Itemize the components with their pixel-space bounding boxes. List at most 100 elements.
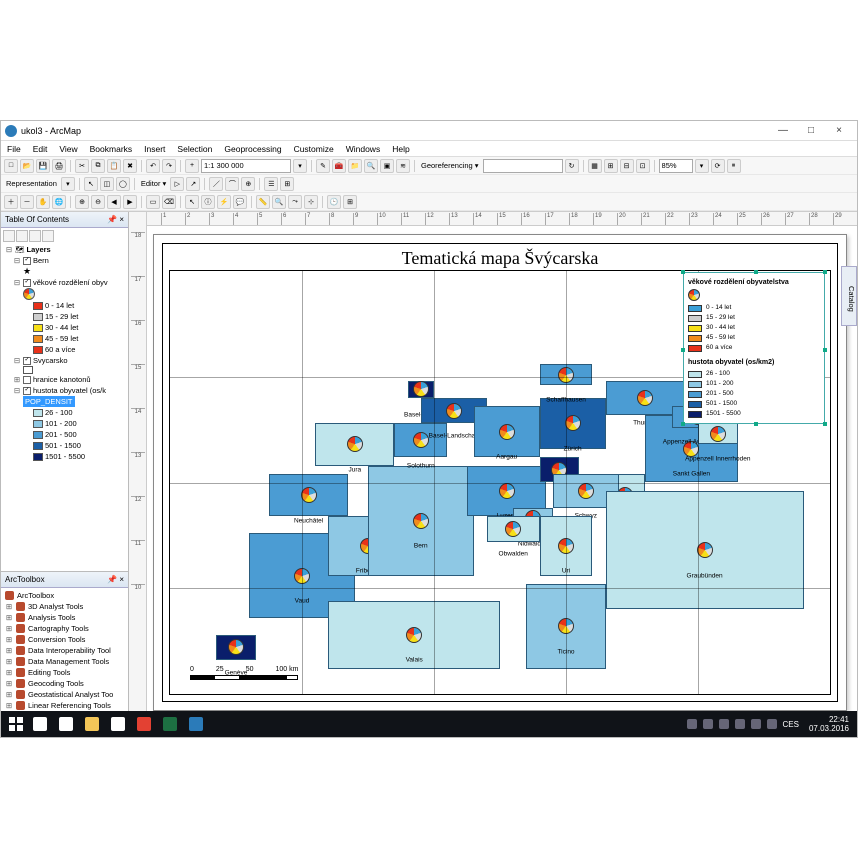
volume-icon[interactable]	[767, 719, 777, 729]
toolbox-item[interactable]: ⊞3D Analyst Tools	[3, 601, 126, 612]
toolbox-item[interactable]: ⊞Geostatistical Analyst Too	[3, 689, 126, 700]
edit-tool-icon[interactable]: ▷	[170, 177, 184, 191]
create-viewer-icon[interactable]: ⊞	[343, 195, 357, 209]
menu-geoprocessing[interactable]: Geoprocessing	[222, 143, 283, 155]
select-features-icon[interactable]: ▭	[146, 195, 160, 209]
zoom-in-icon[interactable]: ＋	[4, 195, 18, 209]
cut-icon[interactable]: ✂	[75, 159, 89, 173]
toolbox-item[interactable]: ⊞Data Interoperability Tool	[3, 645, 126, 656]
modelbuilder-icon[interactable]: ≋	[396, 159, 410, 173]
next-extent-icon[interactable]: ▶	[123, 195, 137, 209]
edit-arc-icon[interactable]: ⌒	[225, 177, 239, 191]
map-canvas[interactable]: Tematická mapa Švýcarska GenèveVaudValai…	[147, 226, 857, 721]
pointer-icon[interactable]: ↖	[185, 195, 199, 209]
paste-icon[interactable]: 📋	[107, 159, 121, 173]
lasso-icon[interactable]: ◯	[116, 177, 130, 191]
pause-draw-icon[interactable]: ⏸	[727, 159, 741, 173]
menu-windows[interactable]: Windows	[344, 143, 382, 155]
time-slider-icon[interactable]: 🕒	[327, 195, 341, 209]
snap-icon[interactable]: ⊞	[604, 159, 618, 173]
select-tool-icon[interactable]: ↖	[84, 177, 98, 191]
clear-selection-icon[interactable]: ⌫	[162, 195, 176, 209]
zoom-out-icon[interactable]: －	[20, 195, 34, 209]
menu-view[interactable]: View	[57, 143, 79, 155]
maximize-button[interactable]: □	[797, 122, 825, 140]
delete-icon[interactable]: ✖	[123, 159, 137, 173]
direct-select-icon[interactable]: ◫	[100, 177, 114, 191]
refresh-icon[interactable]: ⟳	[711, 159, 725, 173]
print-icon[interactable]: 🖨	[52, 159, 66, 173]
layer-svycarsko[interactable]: ⊟✓ Svycarsko	[3, 355, 126, 366]
guides-icon[interactable]: ⊟	[620, 159, 634, 173]
tray-icon[interactable]	[703, 719, 713, 729]
hyperlink-icon[interactable]: ⚡	[217, 195, 231, 209]
taskbar-app-store[interactable]	[106, 714, 130, 734]
menu-help[interactable]: Help	[390, 143, 411, 155]
undo-icon[interactable]: ↶	[146, 159, 160, 173]
network-icon[interactable]	[751, 719, 761, 729]
find-icon[interactable]: 🔍	[272, 195, 286, 209]
zoom-dropdown-icon[interactable]: ▾	[695, 159, 709, 173]
add-data-icon[interactable]: +	[185, 159, 199, 173]
lang-indicator[interactable]: CES	[783, 720, 799, 729]
new-doc-icon[interactable]: □	[4, 159, 18, 173]
toc-list-by-visibility-icon[interactable]	[29, 230, 41, 242]
toolbox-item[interactable]: ⊞Conversion Tools	[3, 634, 126, 645]
layer-bern[interactable]: ⊟✓ Bern	[3, 255, 126, 266]
start-button[interactable]	[5, 714, 27, 734]
menu-bookmarks[interactable]: Bookmarks	[88, 143, 135, 155]
edit-trace-icon[interactable]: ⊕	[241, 177, 255, 191]
menu-edit[interactable]: Edit	[31, 143, 50, 155]
taskbar-app-arcmap[interactable]	[184, 714, 208, 734]
attributes-icon[interactable]: ☰	[264, 177, 278, 191]
zoom-input[interactable]	[659, 159, 693, 173]
taskbar-clock[interactable]: 22:41 07.03.2016	[805, 715, 853, 733]
georef-rotate-icon[interactable]: ↻	[565, 159, 579, 173]
toc-pin-icon[interactable]: 📌 ×	[107, 215, 124, 224]
measure-icon[interactable]: 📏	[256, 195, 270, 209]
menu-insert[interactable]: Insert	[142, 143, 167, 155]
catalog-icon[interactable]: 📁	[348, 159, 362, 173]
copy-icon[interactable]: ⧉	[91, 159, 105, 173]
edit-line-icon[interactable]: ／	[209, 177, 223, 191]
editor-toolbar-icon[interactable]: ✎	[316, 159, 330, 173]
toolbox-item[interactable]: ⊞Editing Tools	[3, 667, 126, 678]
toolbox-pin-icon[interactable]: 📌 ×	[107, 575, 124, 584]
scale-input[interactable]	[201, 159, 291, 173]
prev-extent-icon[interactable]: ◀	[107, 195, 121, 209]
minimize-button[interactable]: —	[769, 122, 797, 140]
menu-selection[interactable]: Selection	[175, 143, 214, 155]
goto-xy-icon[interactable]: ⊹	[304, 195, 318, 209]
tray-icon[interactable]	[735, 719, 745, 729]
redo-icon[interactable]: ↷	[162, 159, 176, 173]
save-icon[interactable]: 💾	[36, 159, 50, 173]
layer-age[interactable]: ⊟✓ věkové rozdělení obyv	[3, 277, 126, 288]
taskbar-app-chrome[interactable]	[132, 714, 156, 734]
layer-density[interactable]: ⊟✓ hustota obyvatel (os/k	[3, 385, 126, 396]
close-button[interactable]: ×	[825, 122, 853, 140]
tray-icon[interactable]	[687, 719, 697, 729]
toolbox-item[interactable]: ⊞Data Management Tools	[3, 656, 126, 667]
toc-root[interactable]: ⊟🗺 Layers	[3, 244, 126, 255]
taskbar-app-search[interactable]	[28, 714, 52, 734]
pan-icon[interactable]: ✋	[36, 195, 50, 209]
rulers-icon[interactable]: ⊡	[636, 159, 650, 173]
toolbox-item[interactable]: ⊞Analysis Tools	[3, 612, 126, 623]
scale-dropdown-icon[interactable]: ▾	[293, 159, 307, 173]
taskbar-app-taskview[interactable]	[54, 714, 78, 734]
arctoolbox-list[interactable]: ArcToolbox ⊞3D Analyst Tools⊞Analysis To…	[1, 588, 128, 713]
menu-file[interactable]: File	[5, 143, 23, 155]
table-of-contents[interactable]: ⊟🗺 Layers ⊟✓ Bern ★ ⊟✓ věkové rozdělení …	[1, 228, 128, 571]
python-icon[interactable]: ▣	[380, 159, 394, 173]
toc-list-by-selection-icon[interactable]	[42, 230, 54, 242]
toolbox-item[interactable]: ⊞Cartography Tools	[3, 623, 126, 634]
sketch-props-icon[interactable]: ⊞	[280, 177, 294, 191]
editor-label[interactable]: Editor ▾	[139, 179, 168, 188]
fixed-zoom-in-icon[interactable]: ⊕	[75, 195, 89, 209]
full-extent-icon[interactable]: 🌐	[52, 195, 66, 209]
toolbox-item[interactable]: ⊞Linear Referencing Tools	[3, 700, 126, 711]
toc-list-by-source-icon[interactable]	[16, 230, 28, 242]
georef-label[interactable]: Georeferencing ▾	[419, 161, 481, 170]
toolbox-icon[interactable]: 🧰	[332, 159, 346, 173]
map-legend[interactable]: věkové rozdělení obyvatelstva 0 - 14 let…	[683, 272, 825, 424]
